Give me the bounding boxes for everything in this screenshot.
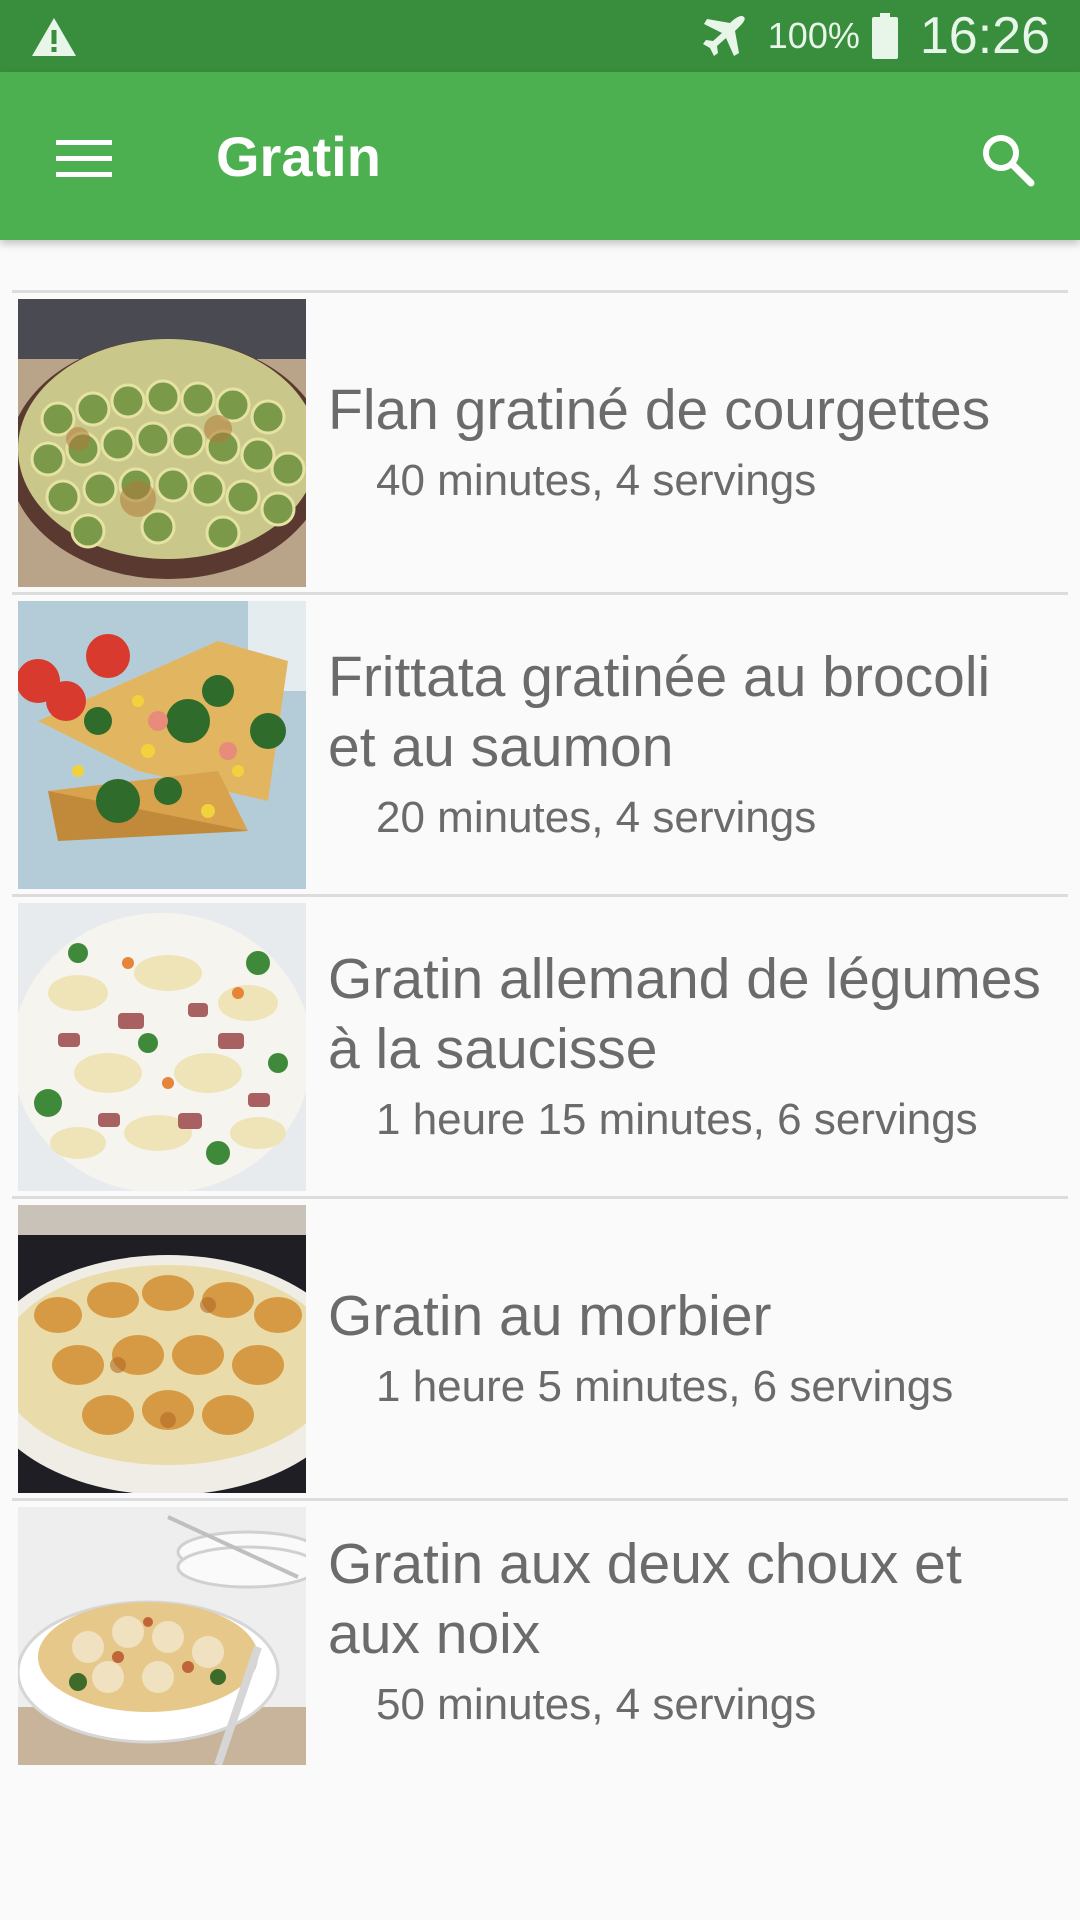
recipe-name: Frittata gratinée au brocoli et au saumo… (328, 644, 991, 779)
airplane-mode-icon (702, 15, 745, 56)
recipe-text: Gratin allemand de légumes à la saucisse… (328, 897, 1048, 1196)
recipe-text: Gratin aux deux choux et aux noix 50 min… (328, 1501, 1048, 1775)
recipe-list: Flan gratiné de courgettes 40 minutes, 4… (12, 290, 1068, 1775)
status-time: 16:26 (919, 7, 1050, 65)
recipe-thumbnail (18, 299, 306, 587)
recipe-meta: 1 heure 5 minutes, 6 servings (376, 1361, 954, 1411)
search-button[interactable] (962, 114, 1052, 204)
recipe-text: Gratin au morbier 1 heure 5 minutes, 6 s… (328, 1199, 1048, 1498)
recipe-meta: 50 minutes, 4 servings (376, 1680, 817, 1729)
recipe-item[interactable]: Gratin allemand de légumes à la saucisse… (12, 897, 1068, 1199)
status-right: 100% 16:26 (700, 0, 1050, 72)
recipe-text: Frittata gratinée au brocoli et au saumo… (328, 595, 1048, 894)
recipe-meta: 20 minutes, 4 servings (376, 792, 817, 842)
recipe-item[interactable]: Gratin au morbier 1 heure 5 minutes, 6 s… (12, 1199, 1068, 1501)
recipe-item[interactable]: Gratin aux deux choux et aux noix 50 min… (12, 1501, 1068, 1775)
page-title: Gratin (216, 125, 381, 188)
recipe-meta: 40 minutes, 4 servings (376, 455, 817, 505)
battery-icon (871, 13, 898, 59)
recipe-thumbnail (18, 601, 306, 889)
recipe-item[interactable]: Frittata gratinée au brocoli et au saumo… (12, 595, 1068, 897)
warning-icon (32, 18, 76, 56)
recipe-text: Flan gratiné de courgettes 40 minutes, 4… (328, 293, 1048, 592)
recipe-thumbnail (18, 1205, 306, 1493)
battery-percent: 100% (767, 15, 860, 56)
recipe-item[interactable]: Flan gratiné de courgettes 40 minutes, 4… (12, 293, 1068, 595)
menu-button[interactable] (40, 118, 128, 198)
app-bar: Gratin (0, 72, 1080, 240)
menu-icon (56, 140, 112, 177)
recipe-name: Flan gratiné de courgettes (328, 377, 991, 442)
recipe-name: Gratin au morbier (328, 1283, 772, 1348)
recipe-meta: 1 heure 15 minutes, 6 servings (376, 1094, 978, 1144)
recipe-name: Gratin allemand de légumes à la saucisse (328, 946, 1041, 1081)
recipe-name: Gratin aux deux choux et aux noix (328, 1532, 962, 1666)
search-icon (983, 135, 1035, 187)
recipe-thumbnail (18, 1507, 306, 1765)
status-bar: 100% 16:26 (0, 0, 1080, 72)
recipe-thumbnail (18, 903, 306, 1191)
